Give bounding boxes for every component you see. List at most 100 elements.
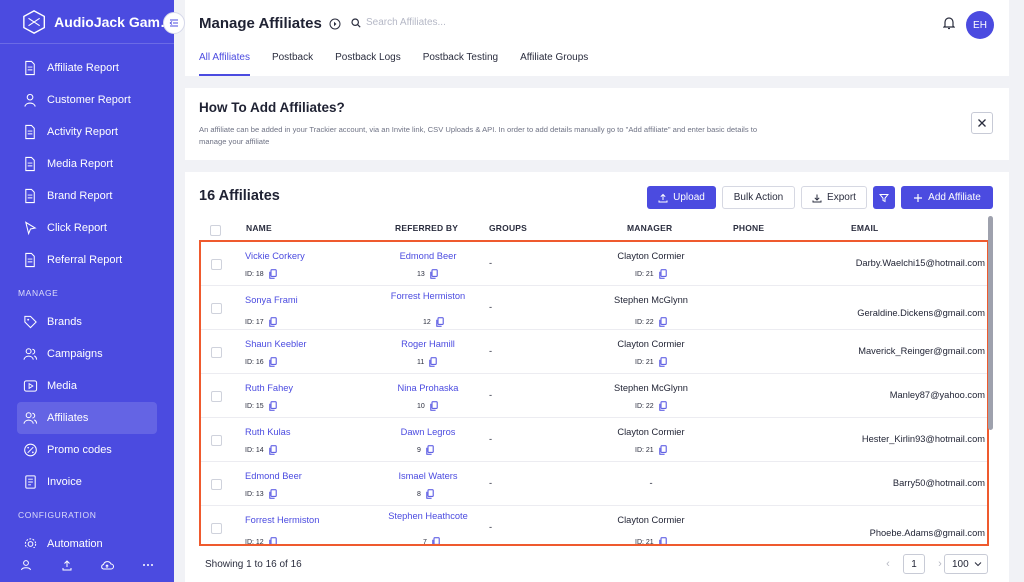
copy-icon[interactable] — [426, 445, 434, 455]
bell-icon[interactable] — [943, 16, 955, 30]
sidebar-item-promo-codes[interactable]: Promo codes — [0, 434, 157, 466]
copy-icon[interactable] — [268, 269, 277, 279]
add-affiliate-button[interactable]: Add Affiliate — [901, 186, 993, 209]
search-input[interactable]: Search Affiliates... — [366, 17, 446, 28]
row-checkbox[interactable] — [211, 303, 222, 314]
copy-icon[interactable] — [658, 269, 667, 279]
sidebar-item-campaigns[interactable]: Campaigns — [0, 338, 157, 370]
tab-affiliate-groups[interactable]: Affiliate Groups — [520, 52, 588, 76]
referred-by-link[interactable]: Roger Hamill — [373, 339, 483, 349]
affiliate-name-link[interactable]: Forrest Hermiston — [245, 515, 319, 525]
per-page-select[interactable]: 100 — [944, 554, 988, 574]
copy-icon[interactable] — [268, 357, 277, 367]
table-row[interactable]: Sonya Frami ID: 17 Forrest Hermiston 12 - Ste… — [201, 286, 987, 330]
copy-icon[interactable] — [436, 317, 444, 327]
copy-icon[interactable] — [432, 537, 440, 546]
close-button[interactable] — [971, 112, 993, 134]
sidebar-item-click-report[interactable]: Click Report — [0, 212, 157, 244]
copy-icon[interactable] — [430, 401, 438, 411]
copy-icon[interactable] — [268, 401, 277, 411]
tab-postback[interactable]: Postback — [272, 52, 313, 76]
table-row[interactable]: Ruth Fahey ID: 15 Nina Prohaska 10 - Stephen … — [201, 374, 987, 418]
col-email[interactable]: EMAIL — [851, 223, 878, 233]
tab-postback-logs[interactable]: Postback Logs — [335, 52, 401, 76]
copy-icon[interactable] — [429, 357, 437, 367]
sidebar-item-activity-report[interactable]: Activity Report — [0, 116, 157, 148]
groups-cell: - — [489, 258, 493, 268]
row-checkbox[interactable] — [211, 347, 222, 358]
select-all-checkbox[interactable] — [210, 225, 221, 236]
row-checkbox[interactable] — [211, 391, 222, 402]
sidebar-item-invoice[interactable]: Invoice — [0, 466, 157, 498]
user-icon[interactable] — [14, 554, 38, 576]
col-manager[interactable]: MANAGER — [627, 223, 672, 233]
referred-by-link[interactable]: Stephen Heathcote — [378, 510, 478, 523]
affiliate-name-link[interactable]: Vickie Corkery — [245, 251, 305, 261]
row-checkbox[interactable] — [211, 523, 222, 534]
referred-by-link[interactable]: Nina Prohaska — [373, 383, 483, 393]
row-checkbox[interactable] — [211, 259, 222, 270]
prev-page-icon[interactable]: ‹ — [879, 558, 897, 570]
sidebar-item-brands[interactable]: Brands — [0, 306, 157, 338]
page-number[interactable]: 1 — [903, 554, 925, 574]
sidebar-item-affiliate-report[interactable]: Affiliate Report — [0, 52, 157, 84]
affiliate-id-text: ID: 18 — [245, 270, 264, 278]
brand[interactable]: AudioJack Gam… — [0, 0, 174, 44]
affiliate-name-link[interactable]: Sonya Frami — [245, 295, 298, 305]
cloud-icon[interactable] — [95, 554, 119, 576]
copy-icon[interactable] — [658, 537, 667, 546]
export-button[interactable]: Export — [801, 186, 867, 209]
copy-icon[interactable] — [268, 537, 277, 546]
table-row[interactable]: Edmond Beer ID: 13 Ismael Waters 8 - - Barry50… — [201, 462, 987, 506]
referred-by-link[interactable]: Edmond Beer — [373, 251, 483, 261]
plus-icon — [914, 193, 923, 202]
col-referred-by[interactable]: REFERRED BY — [395, 223, 458, 233]
row-checkbox[interactable] — [211, 479, 222, 490]
tab-all-affiliates[interactable]: All Affiliates — [199, 52, 250, 76]
filter-button[interactable] — [873, 186, 895, 209]
col-name[interactable]: NAME — [246, 223, 272, 233]
copy-icon[interactable] — [430, 269, 438, 279]
affiliate-name-link[interactable]: Shaun Keebler — [245, 339, 307, 349]
affiliate-name-link[interactable]: Ruth Fahey — [245, 383, 293, 393]
referred-by-link[interactable]: Forrest Hermiston — [378, 290, 478, 303]
search-box[interactable]: Search Affiliates... — [351, 17, 446, 28]
sidebar-item-brand-report[interactable]: Brand Report — [0, 180, 157, 212]
col-groups[interactable]: GROUPS — [489, 223, 527, 233]
copy-icon[interactable] — [268, 445, 277, 455]
avatar[interactable]: EH — [966, 11, 994, 39]
collapse-sidebar-button[interactable] — [163, 12, 185, 34]
scrollbar[interactable] — [988, 216, 993, 430]
copy-icon[interactable] — [658, 357, 667, 367]
referred-by-link[interactable]: Ismael Waters — [373, 471, 483, 481]
sidebar-item-affiliates[interactable]: Affiliates — [17, 402, 157, 434]
col-phone[interactable]: PHONE — [733, 223, 764, 233]
referred-by-link[interactable]: Dawn Legros — [373, 427, 483, 437]
copy-icon[interactable] — [268, 489, 277, 499]
row-checkbox[interactable] — [211, 435, 222, 446]
bulk-action-button[interactable]: Bulk Action — [722, 186, 795, 209]
sidebar-item-label: Media — [47, 380, 77, 392]
table-row[interactable]: Forrest Hermiston ID: 12 Stephen Heathcote… — [201, 506, 987, 546]
copy-icon[interactable] — [658, 401, 667, 411]
info-title: How To Add Affiliates? — [199, 100, 345, 115]
copy-icon[interactable] — [426, 489, 434, 499]
copy-icon[interactable] — [658, 445, 667, 455]
table-row[interactable]: Vickie Corkery ID: 18 Edmond Beer 13 - Clayto… — [201, 242, 987, 286]
sidebar-item-referral-report[interactable]: Referral Report — [0, 244, 157, 276]
affiliate-name-link[interactable]: Edmond Beer — [245, 471, 302, 481]
sidebar-item-media-report[interactable]: Media Report — [0, 148, 157, 180]
sidebar-item-customer-report[interactable]: Customer Report — [0, 84, 157, 116]
copy-icon[interactable] — [658, 317, 667, 327]
info-play-icon[interactable] — [329, 18, 341, 30]
table-row[interactable]: Shaun Keebler ID: 16 Roger Hamill 11 - Clayto… — [201, 330, 987, 374]
tab-postback-testing[interactable]: Postback Testing — [423, 52, 498, 76]
sidebar-item-media[interactable]: Media — [0, 370, 157, 402]
affiliates-card: 16 Affiliates Upload Bulk Action Export … — [185, 172, 1009, 582]
affiliate-name-link[interactable]: Ruth Kulas — [245, 427, 290, 437]
more-icon[interactable] — [136, 554, 160, 576]
copy-icon[interactable] — [268, 317, 277, 327]
upload-icon[interactable] — [55, 554, 79, 576]
upload-button[interactable]: Upload — [647, 186, 716, 209]
table-row[interactable]: Ruth Kulas ID: 14 Dawn Legros 9 - Clayton Cor… — [201, 418, 987, 462]
